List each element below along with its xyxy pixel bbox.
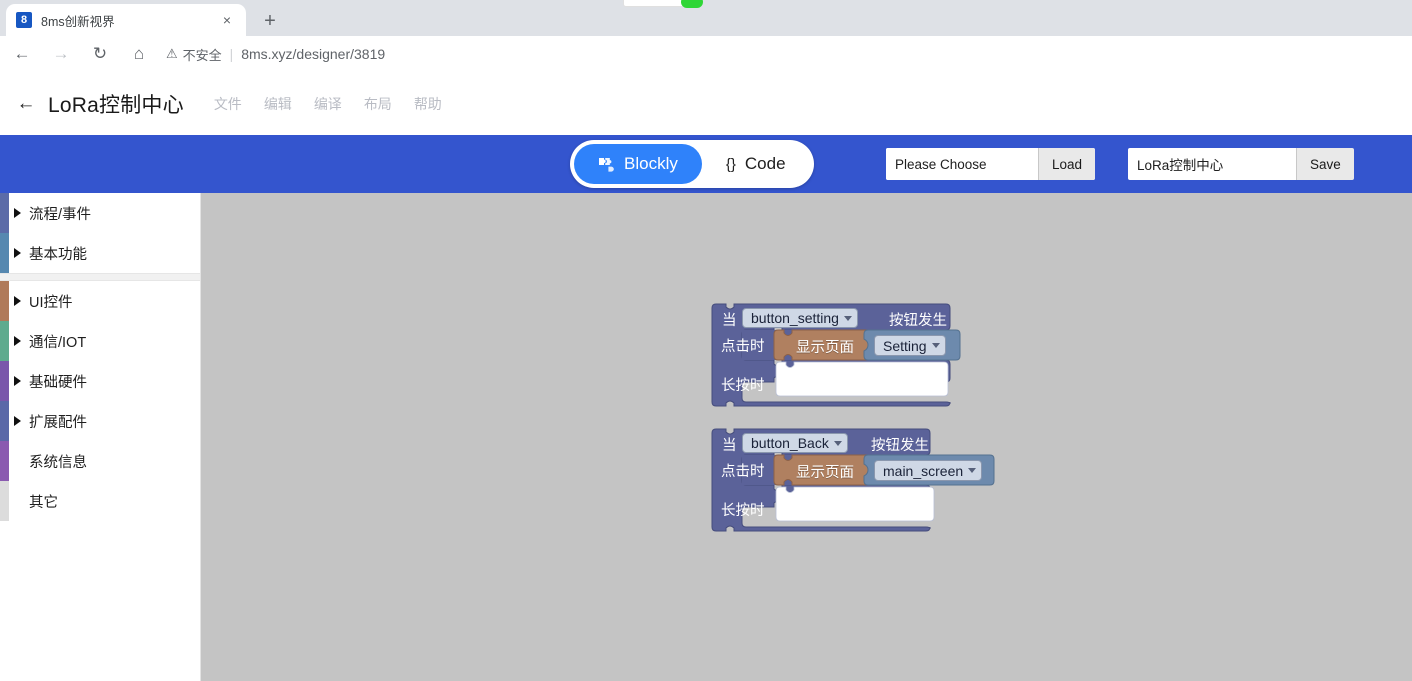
action-label: 显示页面 [796,465,854,481]
event-block-button-back[interactable]: 当 button_Back 按钮发生 点击时 显示页面 main_screen … [711,428,1002,533]
category-color-strip [0,401,9,441]
category-color-strip [0,193,9,233]
sidebar-divider [0,273,200,281]
tab-blockly-label: Blockly [624,154,678,173]
button-target-value: button_setting [751,310,839,326]
chevron-right-icon [14,296,21,306]
forward-icon[interactable]: → [44,37,78,71]
security-status-text: 不安全 [182,47,222,63]
sidebar-item-basic-hardware[interactable]: 基础硬件 [0,361,200,401]
load-project-group: Please Choose Load [886,148,1096,180]
page-value-dropdown[interactable]: Setting [874,335,946,356]
browser-tab-strip: 8 8ms创新视界 × + [0,0,1412,36]
sidebar-item-expansion-accessories[interactable]: 扩展配件 [0,401,200,441]
category-color-strip [0,233,9,273]
sidebar-item-basic-functions[interactable]: 基本功能 [0,233,200,273]
close-icon[interactable]: × [218,11,236,29]
not-secure-warning-icon: ⚠ [166,46,178,61]
app-back-icon[interactable]: ← [13,91,39,117]
category-color-strip [0,281,9,321]
sidebar-item-system-info[interactable]: 系统信息 [0,441,200,481]
chevron-down-icon [968,468,977,473]
status-green-badge [681,0,703,8]
button-target-dropdown[interactable]: button_Back [742,433,848,453]
chevron-right-icon [14,336,21,346]
back-icon[interactable]: ← [5,37,39,71]
address-bar-url: 8ms.xyz/designer/3819 [241,46,386,62]
reload-icon[interactable]: ↻ [83,37,117,71]
page-value: Setting [883,337,927,354]
app-menu-bar: 文件 编辑 编译 布局 帮助 [214,94,442,114]
category-color-strip [0,441,9,481]
sidebar-item-label: 通信/IOT [29,334,87,351]
blockly-workspace[interactable]: 当 button_setting 按钮发生 点击时 显示页面 Setting 长… [201,193,1412,681]
sidebar-item-label: 扩展配件 [29,414,87,431]
browser-tab[interactable]: 8 8ms创新视界 × [6,4,246,36]
category-color-strip [0,361,9,401]
browser-tab-title: 8ms创新视界 [41,14,115,29]
view-mode-switcher: Blockly {} Code [570,140,814,188]
browser-omnibox-row: ← → ↻ ⌂ ⚠ 不安全 | 8ms.xyz/designer/3819 [0,36,1412,72]
button-target-dropdown[interactable]: button_setting [742,308,858,328]
address-bar[interactable]: ⚠ 不安全 | 8ms.xyz/designer/3819 [166,40,1398,68]
menu-item-file[interactable]: 文件 [214,94,242,114]
sidebar-item-label: 流程/事件 [29,206,92,223]
value-block-page[interactable]: main_screen [863,454,995,487]
app-header: ← LoRa控制中心 文件 编辑 编译 布局 帮助 [0,73,1412,135]
chevron-right-icon [14,208,21,218]
chevron-down-icon [833,440,842,446]
sidebar-item-ui-widgets[interactable]: UI控件 [0,281,200,321]
menu-item-compile[interactable]: 编译 [314,94,342,114]
sidebar-item-communication-iot[interactable]: 通信/IOT [0,321,200,361]
8ms-favicon: 8 [16,12,32,28]
sidebar-item-label: 基础硬件 [29,374,87,391]
chevron-down-icon [843,315,852,321]
sidebar-item-label: 系统信息 [29,454,87,471]
menu-item-layout[interactable]: 布局 [364,94,392,114]
button-target-value: button_Back [751,435,829,451]
puzzle-piece-icon [598,157,615,172]
chevron-right-icon [14,376,21,386]
project-select[interactable]: Please Choose [886,148,1038,180]
load-button[interactable]: Load [1038,148,1096,180]
value-block-page[interactable]: Setting [863,329,961,362]
home-icon[interactable]: ⌂ [122,37,156,71]
sidebar-item-label: 基本功能 [29,246,87,263]
sidebar-item-label: UI控件 [29,294,73,311]
sidebar-item-other[interactable]: 其它 [0,481,200,521]
chevron-right-icon [14,248,21,258]
category-color-strip [0,321,9,361]
page-value: main_screen [883,462,964,479]
sidebar-item-flow-events[interactable]: 流程/事件 [0,193,200,233]
menu-item-edit[interactable]: 编辑 [264,94,292,114]
omnibox-separator: | [229,46,234,62]
save-project-group: Save [1128,148,1354,180]
sidebar-item-label: 其它 [29,494,58,511]
save-button[interactable]: Save [1296,148,1354,180]
chevron-down-icon [931,343,940,348]
page-title: LoRa控制中心 [48,94,184,117]
block-category-sidebar: 流程/事件 基本功能 UI控件 通信/IOT 基础硬件 扩展配件 系统信息 其它 [0,193,201,681]
event-block-button-setting[interactable]: 当 button_setting 按钮发生 点击时 显示页面 Setting 长… [711,303,962,408]
chevron-right-icon [14,416,21,426]
action-label: 显示页面 [796,340,854,356]
category-color-strip [0,481,9,521]
page-value-dropdown[interactable]: main_screen [874,460,983,481]
new-tab-icon[interactable]: + [256,7,284,35]
menu-item-help[interactable]: 帮助 [414,94,442,114]
project-name-input[interactable] [1128,148,1296,180]
curly-braces-icon: {} [725,155,736,173]
tab-code-label: Code [744,154,786,173]
tab-blockly[interactable]: Blockly [574,144,702,184]
tab-code[interactable]: {} Code [702,144,810,184]
